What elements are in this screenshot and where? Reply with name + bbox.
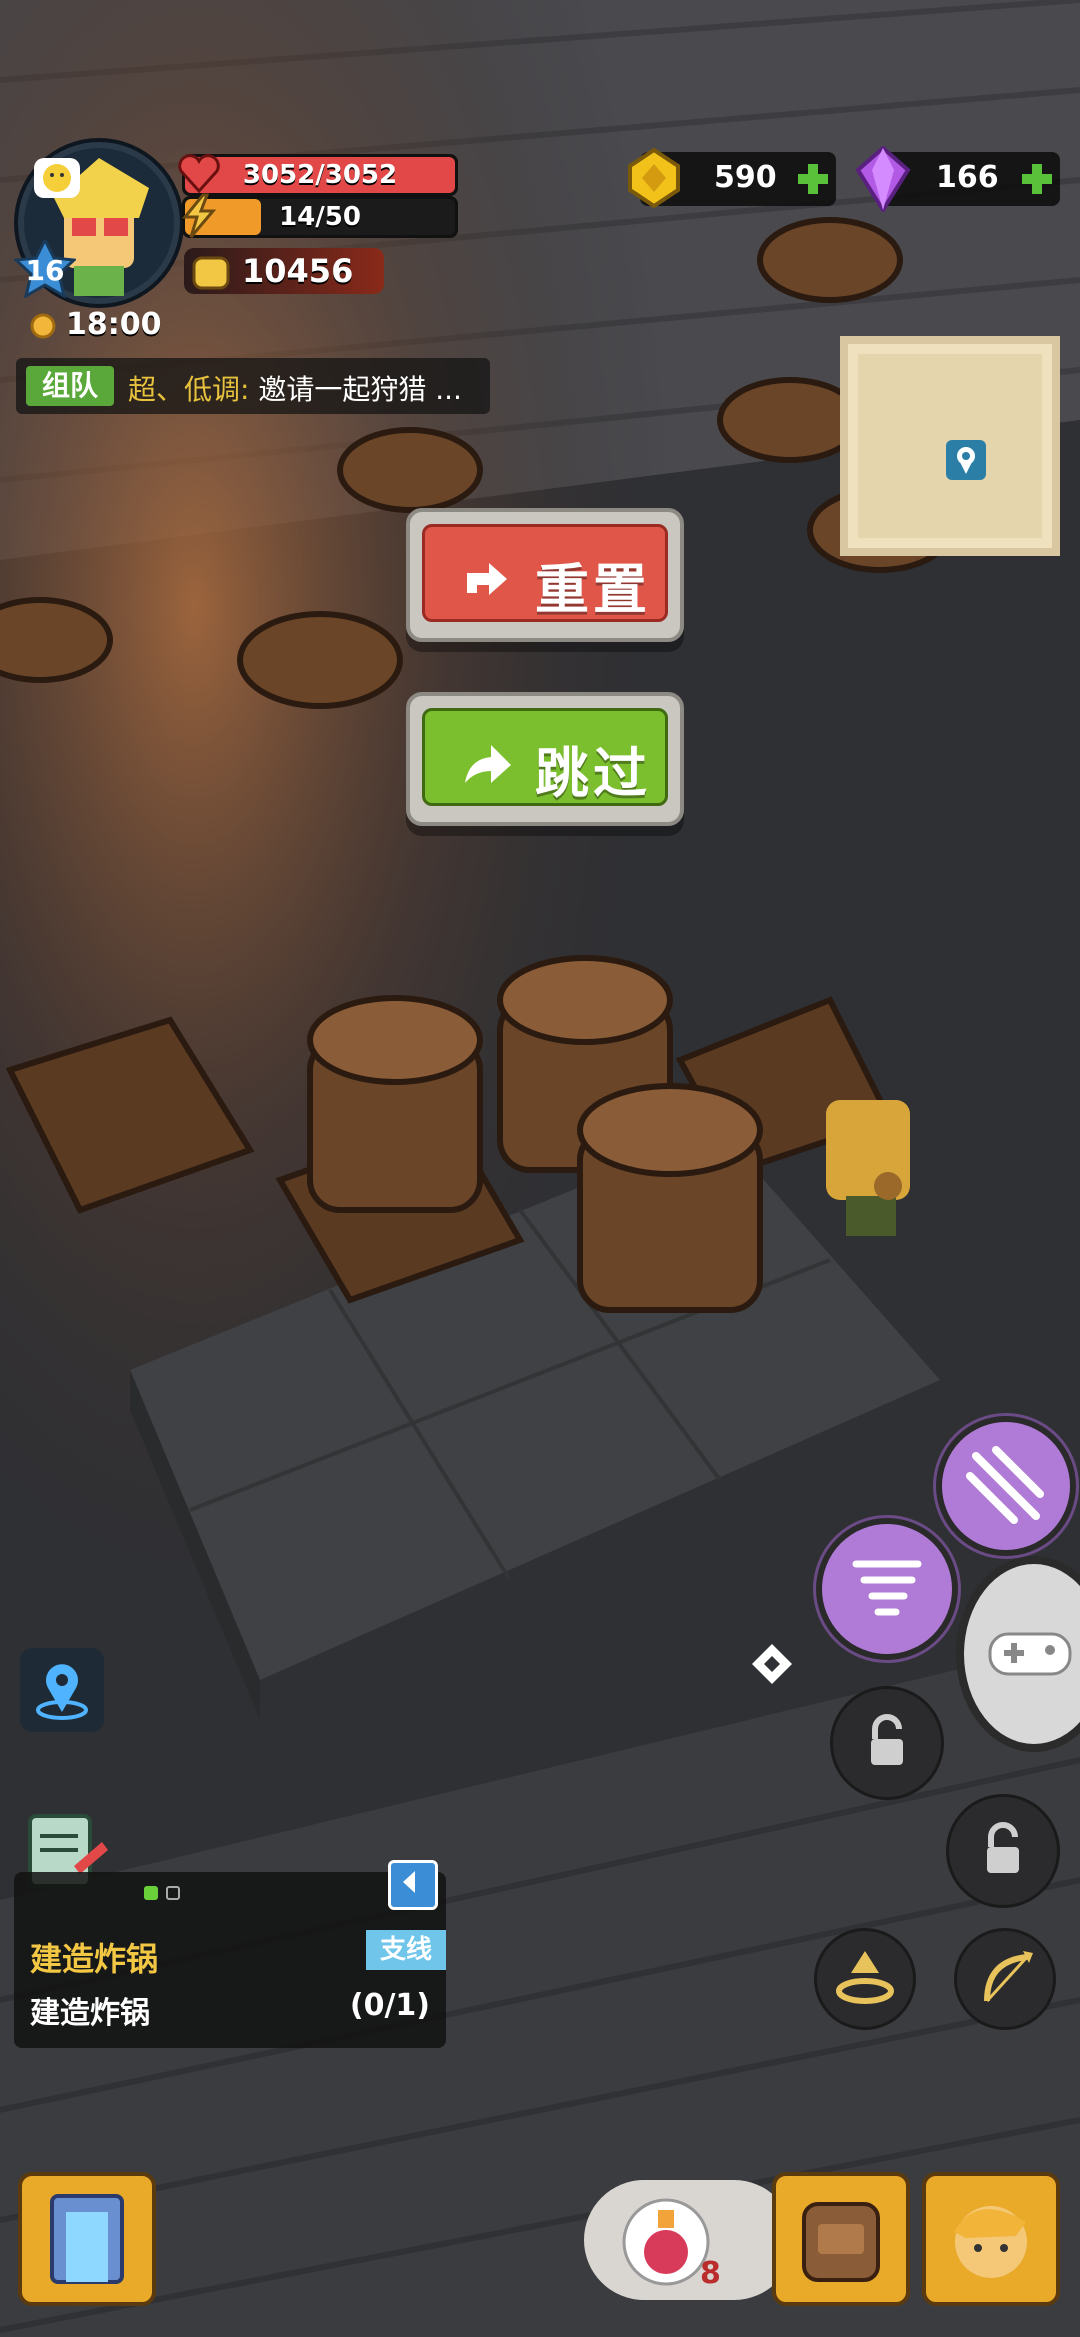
team-message: 超、低调: 邀请一起狩猎 ... xyxy=(128,368,462,408)
expand-arrow-icon[interactable] xyxy=(746,1638,796,1692)
hp-text: 3052/3052 xyxy=(242,160,398,190)
clock-time: 18:00 xyxy=(66,307,162,342)
purple-gem-icon xyxy=(855,146,911,212)
lock-icon xyxy=(871,1714,903,1765)
dodge-button[interactable] xyxy=(814,1928,916,2030)
tornado-icon xyxy=(852,1560,922,1616)
arrows-icon xyxy=(966,1446,1044,1524)
skip-label: 跳过 xyxy=(535,742,651,805)
gamepad-icon xyxy=(988,1632,1072,1676)
portal-gate-icon xyxy=(50,2194,124,2284)
team-sender: 超、低调: xyxy=(128,373,250,406)
weapon-swap-button[interactable] xyxy=(954,1928,1056,2030)
locate-button[interactable] xyxy=(20,1648,104,1732)
skip-button[interactable]: 跳过 xyxy=(406,692,684,826)
gem-counter: 166 xyxy=(855,146,1060,212)
gem-value: 166 xyxy=(936,160,999,195)
locked-slot-1[interactable] xyxy=(830,1686,944,1800)
emoji-bubble-icon[interactable] xyxy=(34,158,80,198)
potion-slot[interactable]: 8 xyxy=(584,2180,794,2300)
reset-label: 重置 xyxy=(535,558,651,621)
team-chat-bar[interactable]: 组队 超、低调: 邀请一起狩猎 ... xyxy=(16,358,490,414)
fame-value: 10456 xyxy=(242,252,354,290)
location-pin-icon xyxy=(36,1664,88,1720)
reset-button[interactable]: 重置 xyxy=(406,508,684,642)
quest-task: 建造炸锅 xyxy=(30,1996,150,2031)
fist-icon xyxy=(192,256,230,290)
minimap[interactable] xyxy=(840,336,1060,556)
map-pin-icon xyxy=(946,440,986,480)
sun-icon xyxy=(30,313,56,339)
potion-count: 8 xyxy=(700,2256,721,2291)
hp-bar: 3052/3052 xyxy=(178,154,458,196)
page-dot-active xyxy=(144,1886,158,1900)
energy-bar: 14/50 xyxy=(181,193,458,238)
forward-arrow-icon xyxy=(465,745,511,783)
chevron-left-icon xyxy=(403,1871,415,1893)
hero-face-icon xyxy=(954,2206,1027,2278)
energy-text: 14/50 xyxy=(279,202,361,232)
team-message-text: 邀请一起狩猎 ... xyxy=(258,373,462,406)
backpack-button[interactable] xyxy=(772,2172,910,2306)
backpack-icon xyxy=(802,2202,880,2282)
gold-counter: 590 xyxy=(628,147,836,209)
gold-coin-icon xyxy=(628,147,680,209)
page-dot xyxy=(166,1886,180,1900)
dodge-swirl-icon xyxy=(836,1951,894,2004)
bow-icon xyxy=(984,1951,1033,2003)
gold-value: 590 xyxy=(714,160,777,195)
team-tag: 组队 xyxy=(26,366,114,406)
quest-title: 建造炸锅 xyxy=(30,1940,159,1978)
locked-slot-2[interactable] xyxy=(946,1794,1060,1908)
reset-arrows-icon xyxy=(467,563,507,595)
add-gold-icon[interactable] xyxy=(796,162,830,196)
attack-button[interactable] xyxy=(956,1556,1080,1752)
level-badge: 16 xyxy=(14,240,76,298)
collapse-quest-button[interactable] xyxy=(388,1860,438,1910)
tornado-skill-button[interactable] xyxy=(816,1518,958,1660)
add-gem-icon[interactable] xyxy=(1020,162,1054,196)
character-button[interactable] xyxy=(922,2172,1060,2306)
multi-arrow-skill-button[interactable] xyxy=(936,1416,1076,1556)
game-scene[interactable]: 16 3052/3052 14/50 10456 18:00 组队 超、低调: … xyxy=(0,0,1080,2337)
player-level: 16 xyxy=(25,254,65,287)
fame-counter: 10456 xyxy=(184,248,384,294)
lock-icon xyxy=(987,1822,1019,1873)
minimap-area xyxy=(858,354,1042,538)
quest-type-tag: 支线 xyxy=(366,1930,446,1970)
quest-progress: (0/1) xyxy=(349,1988,430,2023)
quest-panel[interactable]: 建造炸锅 支线 建造炸锅 (0/1) xyxy=(14,1860,446,2048)
portal-button[interactable] xyxy=(18,2172,156,2306)
